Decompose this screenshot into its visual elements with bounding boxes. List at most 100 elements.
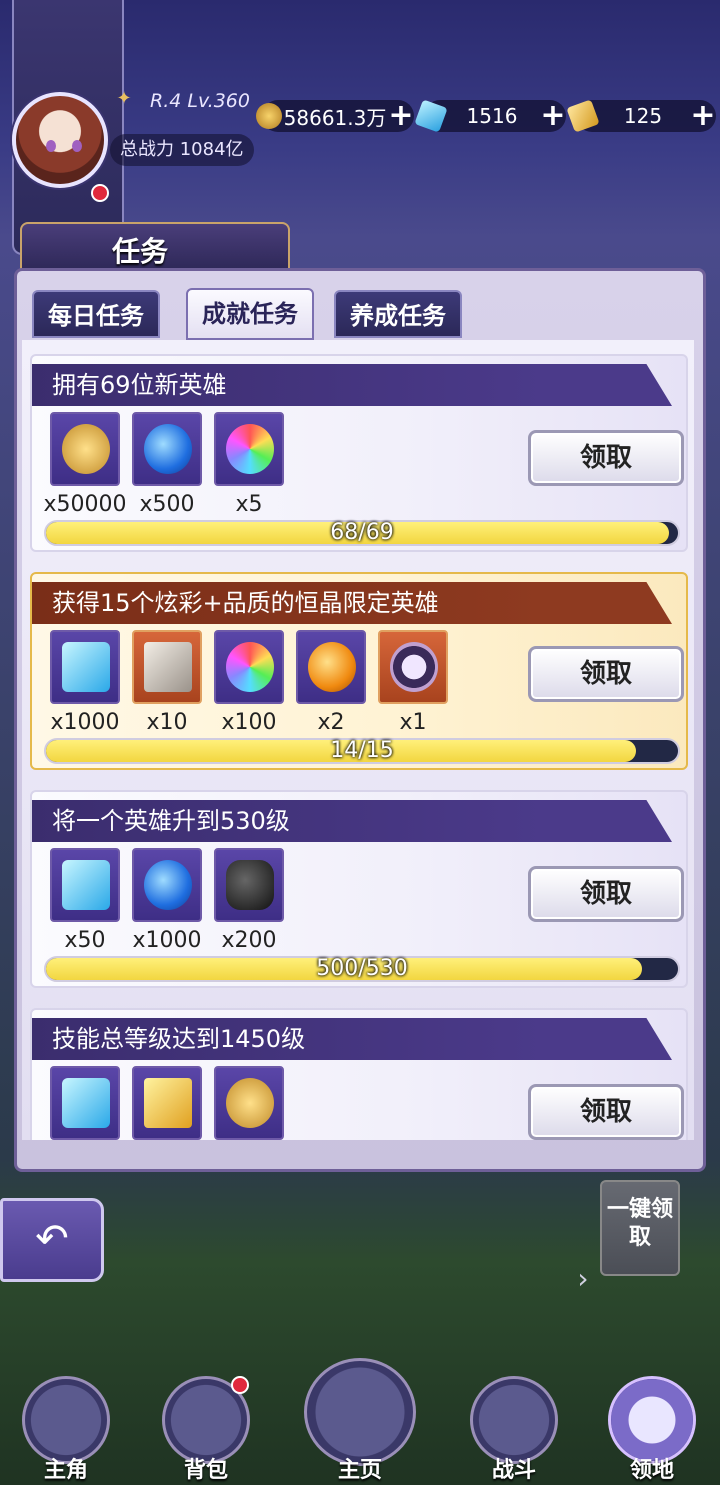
crystal-value: 1516 — [466, 104, 518, 128]
progress-bar: 68/69 — [44, 520, 680, 546]
task-card: 拥有69位新英雄 x50000 x500 x5 领取 68/69 — [30, 354, 688, 552]
open-book-icon — [304, 1358, 416, 1466]
claim-button[interactable]: 领取 — [528, 646, 684, 702]
reward-item[interactable] — [132, 412, 202, 486]
reward-item[interactable] — [378, 630, 448, 704]
add-gem-button[interactable]: + — [690, 101, 716, 131]
gold-value: 58661.3万 — [283, 105, 387, 130]
nav-battle[interactable]: 战斗 — [454, 1368, 574, 1483]
tab-growth[interactable]: 养成任务 — [334, 290, 462, 338]
gem-value: 125 — [623, 104, 663, 128]
dark-stone-icon — [226, 860, 274, 910]
chevron-right-icon[interactable]: › — [568, 1262, 598, 1296]
gold-resource: 58661.3万 + — [256, 100, 414, 132]
portal-frame-icon — [390, 642, 438, 692]
hooded-hero-icon — [22, 1376, 110, 1464]
reward-count: x10 — [146, 710, 188, 735]
reward-count: x200 — [221, 928, 277, 953]
task-list[interactable]: 拥有69位新英雄 x50000 x500 x5 领取 68/69 获得15个炫彩… — [22, 340, 694, 1140]
nav-label: 背包 — [183, 1458, 228, 1483]
orange-potion-icon — [308, 642, 356, 692]
task-title: 技能总等级达到1450级 — [32, 1018, 672, 1060]
nav-label: 战斗 — [491, 1458, 536, 1483]
blue-crystal-icon — [414, 99, 448, 133]
reward-item[interactable] — [50, 1066, 120, 1140]
blue-crystal-icon — [62, 1078, 110, 1128]
castle-icon — [608, 1376, 696, 1464]
nav-label: 领地 — [629, 1458, 674, 1483]
scroll-icon — [144, 1078, 192, 1128]
reward-count: x500 — [139, 492, 195, 517]
reward-item[interactable] — [132, 1066, 202, 1140]
blue-crystal-icon — [62, 860, 110, 910]
claim-button[interactable]: 领取 — [528, 430, 684, 486]
task-title: 拥有69位新英雄 — [32, 364, 672, 406]
player-avatar[interactable] — [12, 92, 108, 188]
notification-dot — [91, 184, 109, 202]
rank-level: R.4 Lv.360 — [150, 90, 250, 112]
reward-item[interactable] — [50, 630, 120, 704]
reward-count: x50 — [64, 928, 106, 953]
reward-item[interactable] — [214, 1066, 284, 1140]
power-value: 1084亿 — [179, 139, 244, 160]
task-card: 将一个英雄升到530级 x50 x1000 x200 领取 500/530 — [30, 790, 688, 988]
reward-item[interactable] — [296, 630, 366, 704]
notification-dot — [231, 1376, 249, 1394]
one-key-claim-button[interactable]: 一键领取 — [600, 1180, 680, 1276]
progress-text: 14/15 — [330, 738, 394, 763]
reward-item[interactable] — [50, 412, 120, 486]
reward-item[interactable] — [214, 848, 284, 922]
reward-item[interactable] — [214, 412, 284, 486]
avatar-eye — [46, 140, 56, 152]
claim-button[interactable]: 领取 — [528, 866, 684, 922]
nav-territory[interactable]: 领地 — [592, 1368, 712, 1483]
gold-coin-icon — [226, 1078, 274, 1128]
avatar-eye — [72, 140, 82, 152]
nav-home[interactable]: 主页 — [300, 1358, 420, 1483]
reward-item[interactable] — [50, 848, 120, 922]
nav-protagonist[interactable]: 主角 — [6, 1368, 126, 1483]
task-title: 获得15个炫彩+品质的恒晶限定英雄 — [32, 582, 672, 624]
progress-bar: 500/530 — [44, 956, 680, 982]
reward-item[interactable] — [132, 848, 202, 922]
blue-potion-icon — [144, 424, 192, 474]
add-gold-button[interactable]: + — [388, 101, 414, 131]
reward-item[interactable] — [132, 630, 202, 704]
reward-count: x1 — [399, 710, 427, 735]
total-power: 总战力 1084亿 — [110, 134, 254, 166]
gold-coin-icon — [62, 424, 110, 474]
reward-count: x1000 — [50, 710, 120, 735]
blue-crystal-icon — [62, 642, 110, 692]
back-arrow-icon: ↶ — [35, 1216, 69, 1262]
panel-title: 任务 — [112, 235, 169, 268]
reward-count: x5 — [235, 492, 263, 517]
blue-potion-icon — [144, 860, 192, 910]
tab-achievement[interactable]: 成就任务 — [186, 288, 314, 340]
reward-item[interactable] — [214, 630, 284, 704]
reward-count: x2 — [317, 710, 345, 735]
reward-count: x1000 — [132, 928, 202, 953]
crystal-resource: 1516 + — [414, 99, 566, 133]
task-card: 技能总等级达到1450级 领取 — [30, 1008, 688, 1140]
gold-coin-icon — [256, 103, 282, 129]
rainbow-orb-icon — [226, 642, 274, 692]
power-label: 总战力 — [120, 139, 174, 160]
progress-text: 500/530 — [316, 956, 408, 981]
rainbow-orb-icon — [226, 424, 274, 474]
card-deck-icon — [144, 642, 192, 692]
back-button[interactable]: ↶ — [0, 1198, 104, 1282]
tab-daily[interactable]: 每日任务 — [32, 290, 160, 338]
claim-button[interactable]: 领取 — [528, 1084, 684, 1140]
nav-label: 主页 — [337, 1458, 382, 1483]
progress-text: 68/69 — [330, 520, 394, 545]
rank-star-icon: ✦ — [116, 88, 132, 109]
gem-resource: 125 + — [566, 99, 716, 133]
reward-count: x100 — [221, 710, 277, 735]
nav-label: 主角 — [43, 1458, 88, 1483]
gold-gem-icon — [566, 99, 600, 133]
task-card-highlighted: 获得15个炫彩+品质的恒晶限定英雄 x1000 x10 x100 x2 x1 领… — [30, 572, 688, 770]
task-title: 将一个英雄升到530级 — [32, 800, 672, 842]
add-crystal-button[interactable]: + — [540, 101, 566, 131]
progress-bar: 14/15 — [44, 738, 680, 764]
crossed-swords-icon — [470, 1376, 558, 1464]
